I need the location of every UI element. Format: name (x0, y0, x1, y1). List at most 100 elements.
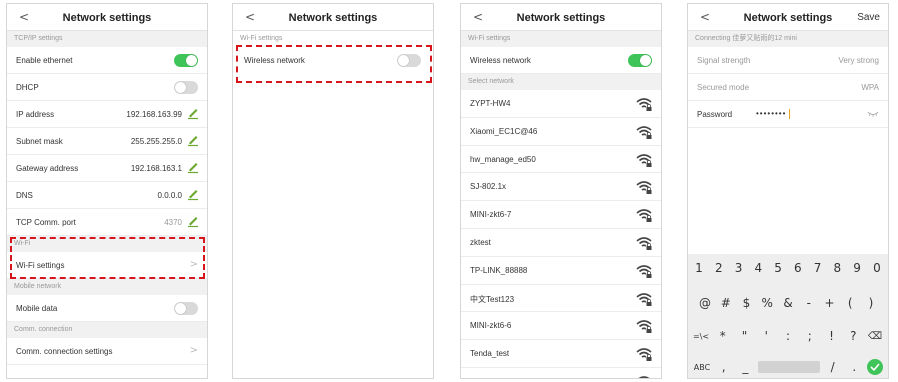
network-ssid: FAST_3F66CE (470, 377, 524, 378)
mobile-data-toggle[interactable] (174, 302, 198, 315)
page-title: Network settings (288, 12, 378, 24)
row-wireless-network[interactable]: Wireless network (461, 47, 661, 74)
key[interactable]: & (779, 296, 797, 310)
network-ssid: Xiaomi_EC1C@46 (470, 126, 538, 136)
key[interactable]: 3 (730, 261, 748, 275)
edit-pencil-icon[interactable] (186, 160, 200, 174)
section-wifi-settings: Wi-Fi settings (461, 31, 661, 47)
edit-pencil-icon[interactable] (186, 214, 200, 228)
network-item[interactable]: Xiaomi_EC1C@46 (461, 118, 661, 146)
key[interactable]: / (824, 360, 842, 374)
row-gateway-address[interactable]: Gateway address 192.168.163.1 (7, 155, 207, 182)
key[interactable]: ) (862, 296, 880, 310)
chevron-right-icon: > (189, 345, 198, 356)
key[interactable]: - (800, 296, 818, 310)
password-input[interactable]: •••••••• (756, 109, 786, 118)
network-ssid: Tenda_test (470, 349, 510, 359)
network-ssid: 中文Test123 (470, 294, 515, 304)
key[interactable]: " (736, 329, 754, 343)
edit-pencil-icon[interactable] (186, 133, 200, 147)
dhcp-toggle[interactable] (174, 81, 198, 94)
row-label: Wireless network (470, 56, 531, 65)
text-cursor (789, 109, 790, 119)
toggle-knob (186, 55, 197, 66)
key[interactable]: * (714, 329, 732, 343)
page-title: Network settings (62, 12, 152, 24)
key[interactable]: ! (823, 329, 841, 343)
key[interactable]: ' (757, 329, 775, 343)
secured-mode-label: Secured mode (697, 83, 750, 92)
wifi-lock-icon (636, 126, 652, 139)
key[interactable]: 2 (710, 261, 728, 275)
key[interactable]: @ (696, 296, 714, 310)
network-ssid: MINI-zkt6-6 (470, 321, 512, 331)
row-dhcp[interactable]: DHCP (7, 74, 207, 101)
edit-pencil-icon[interactable] (186, 187, 200, 201)
space-key[interactable] (757, 361, 820, 373)
keyboard-row-punct: =\< * " ' : ; ! ? ⌫ (688, 326, 888, 346)
network-item[interactable]: MINI-zkt6-6 (461, 312, 661, 341)
secured-mode-value: WPA (861, 83, 879, 92)
network-item[interactable]: FAST_3F66CE (461, 368, 661, 378)
key[interactable]: ? (844, 329, 862, 343)
key[interactable]: + (821, 296, 839, 310)
network-item[interactable]: 中文Test123 (461, 285, 661, 313)
wireless-network-toggle[interactable] (628, 54, 652, 67)
network-item[interactable]: Tenda_test (461, 340, 661, 368)
network-ssid: SJ-802.1x (470, 182, 507, 192)
wifi-lock-icon (636, 265, 652, 278)
key[interactable]: ( (841, 296, 859, 310)
ip-address-value: 192.168.163.99 (126, 110, 182, 119)
row-label: Mobile data (16, 304, 58, 313)
row-tcp-comm-port[interactable]: TCP Comm. port 4370 (7, 209, 207, 236)
network-item[interactable]: hw_manage_ed50 (461, 146, 661, 174)
row-dns[interactable]: DNS 0.0.0.0 (7, 182, 207, 209)
row-subnet-mask[interactable]: Subnet mask 255.255.255.0 (7, 128, 207, 155)
network-item[interactable]: zktest (461, 229, 661, 257)
key[interactable]: 1 (690, 261, 708, 275)
row-enable-ethernet[interactable]: Enable ethernet (7, 47, 207, 74)
tcp-port-value: 4370 (164, 218, 182, 227)
key[interactable]: 4 (749, 261, 767, 275)
row-label: Enable ethernet (16, 56, 73, 65)
key[interactable]: . (845, 360, 863, 374)
key[interactable]: # (717, 296, 735, 310)
network-item[interactable]: ZYPT-HW4 (461, 90, 661, 118)
backspace-icon[interactable]: ⌫ (866, 331, 884, 342)
key[interactable]: , (715, 360, 733, 374)
key[interactable]: 8 (828, 261, 846, 275)
row-comm-connection-settings[interactable]: Comm. connection settings > (7, 338, 207, 365)
key[interactable]: $ (738, 296, 756, 310)
password-label: Password (697, 110, 733, 119)
eye-closed-icon[interactable] (867, 111, 879, 117)
enable-ethernet-toggle[interactable] (174, 54, 198, 67)
panel-network-settings-main: < Network settings TCP/IP settings Enabl… (6, 3, 208, 379)
keyboard-row-symbols: @ # $ % & - + ( ) (688, 293, 888, 313)
network-item[interactable]: TP-LINK_88888 (461, 257, 661, 285)
confirm-check-icon[interactable] (866, 359, 883, 375)
key-more-symbols[interactable]: =\< (692, 332, 710, 341)
key[interactable]: 7 (809, 261, 827, 275)
row-mobile-data[interactable]: Mobile data (7, 295, 207, 322)
row-ip-address[interactable]: IP address 192.168.163.99 (7, 101, 207, 128)
wifi-lock-icon (638, 376, 650, 378)
key[interactable]: 0 (868, 261, 886, 275)
network-ssid: TP-LINK_88888 (470, 265, 528, 275)
save-button[interactable]: Save (857, 12, 880, 23)
header: < Network settings (461, 4, 661, 31)
dns-value: 0.0.0.0 (157, 191, 182, 200)
key[interactable]: 6 (789, 261, 807, 275)
edit-pencil-icon[interactable] (186, 106, 200, 120)
wifi-lock-icon (636, 98, 652, 111)
key-abc[interactable]: ABC (693, 363, 711, 372)
key[interactable]: 5 (769, 261, 787, 275)
key[interactable]: : (779, 329, 797, 343)
row-label: Subnet mask (16, 137, 63, 146)
key[interactable]: 9 (848, 261, 866, 275)
key[interactable]: ; (801, 329, 819, 343)
network-item[interactable]: SJ-802.1x (461, 173, 661, 202)
row-password[interactable]: Password •••••••• (688, 101, 888, 128)
key[interactable]: _ (736, 360, 754, 374)
key[interactable]: % (758, 296, 776, 310)
network-item[interactable]: MINI-zkt6-7 (461, 201, 661, 229)
